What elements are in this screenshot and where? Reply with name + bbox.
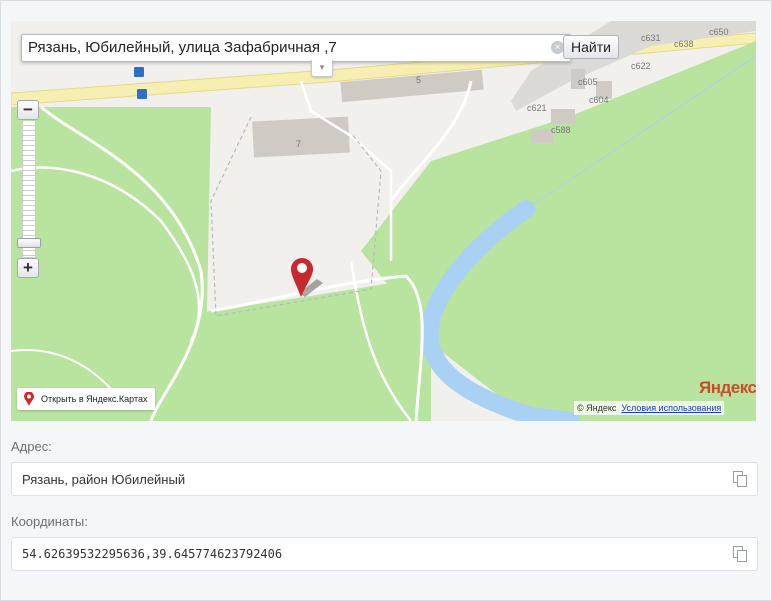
building-label: 7: [296, 139, 302, 149]
coordinates-value: 54.62639532295636,39.645774623792406: [22, 547, 283, 561]
search-box[interactable]: ×: [21, 34, 571, 62]
map-pin-icon: [24, 392, 34, 406]
building-small-4: [531, 129, 553, 143]
building-label: с588: [551, 125, 571, 135]
building-label: с621: [527, 103, 547, 113]
building-label: с638: [674, 39, 694, 49]
coordinates-field[interactable]: 54.62639532295636,39.645774623792406: [11, 537, 758, 571]
yandex-logo: Яндекс: [699, 378, 756, 397]
building-label: с631: [641, 33, 661, 43]
open-link-label: Открыть в Яндекс.Картах: [41, 394, 148, 404]
chevron-down-icon[interactable]: ▾: [311, 60, 333, 77]
building-label: с604: [589, 95, 609, 105]
bus-stop-icon: [134, 67, 144, 77]
map-view[interactable]: 5 7 с631 с638 с650 с622 с605 с604 с621 с…: [11, 21, 756, 421]
search-button[interactable]: Найти: [563, 35, 619, 59]
zoom-out-button[interactable]: −: [17, 100, 39, 120]
building-label: с605: [578, 77, 598, 87]
address-label: Адрес:: [11, 439, 52, 454]
address-value: Рязань, район Юбилейный: [22, 472, 186, 487]
map-canvas[interactable]: [11, 21, 756, 421]
zoom-in-button[interactable]: +: [17, 258, 39, 278]
search-input[interactable]: [22, 35, 544, 59]
location-page: 5 7 с631 с638 с650 с622 с605 с604 с621 с…: [0, 0, 772, 601]
building-7: [252, 116, 350, 158]
copyright-text: © Яндекс: [577, 403, 617, 413]
zoom-slider-track[interactable]: [22, 121, 36, 257]
building-small-3: [551, 109, 575, 123]
bus-stop-icon: [137, 89, 147, 99]
building-label: с650: [709, 27, 729, 37]
building-label: с622: [631, 61, 651, 71]
terms-of-use-link[interactable]: Условия использования: [621, 403, 721, 413]
open-in-yandex-maps-link[interactable]: Открыть в Яндекс.Картах: [17, 388, 156, 410]
zoom-slider-thumb[interactable]: [17, 238, 41, 248]
coordinates-label: Координаты:: [11, 514, 88, 529]
map-attribution: © Яндекс Условия использования: [574, 401, 725, 415]
copy-icon[interactable]: [733, 471, 747, 487]
building-label: 5: [416, 75, 422, 85]
address-field[interactable]: Рязань, район Юбилейный: [11, 462, 758, 496]
copy-icon[interactable]: [733, 546, 747, 562]
